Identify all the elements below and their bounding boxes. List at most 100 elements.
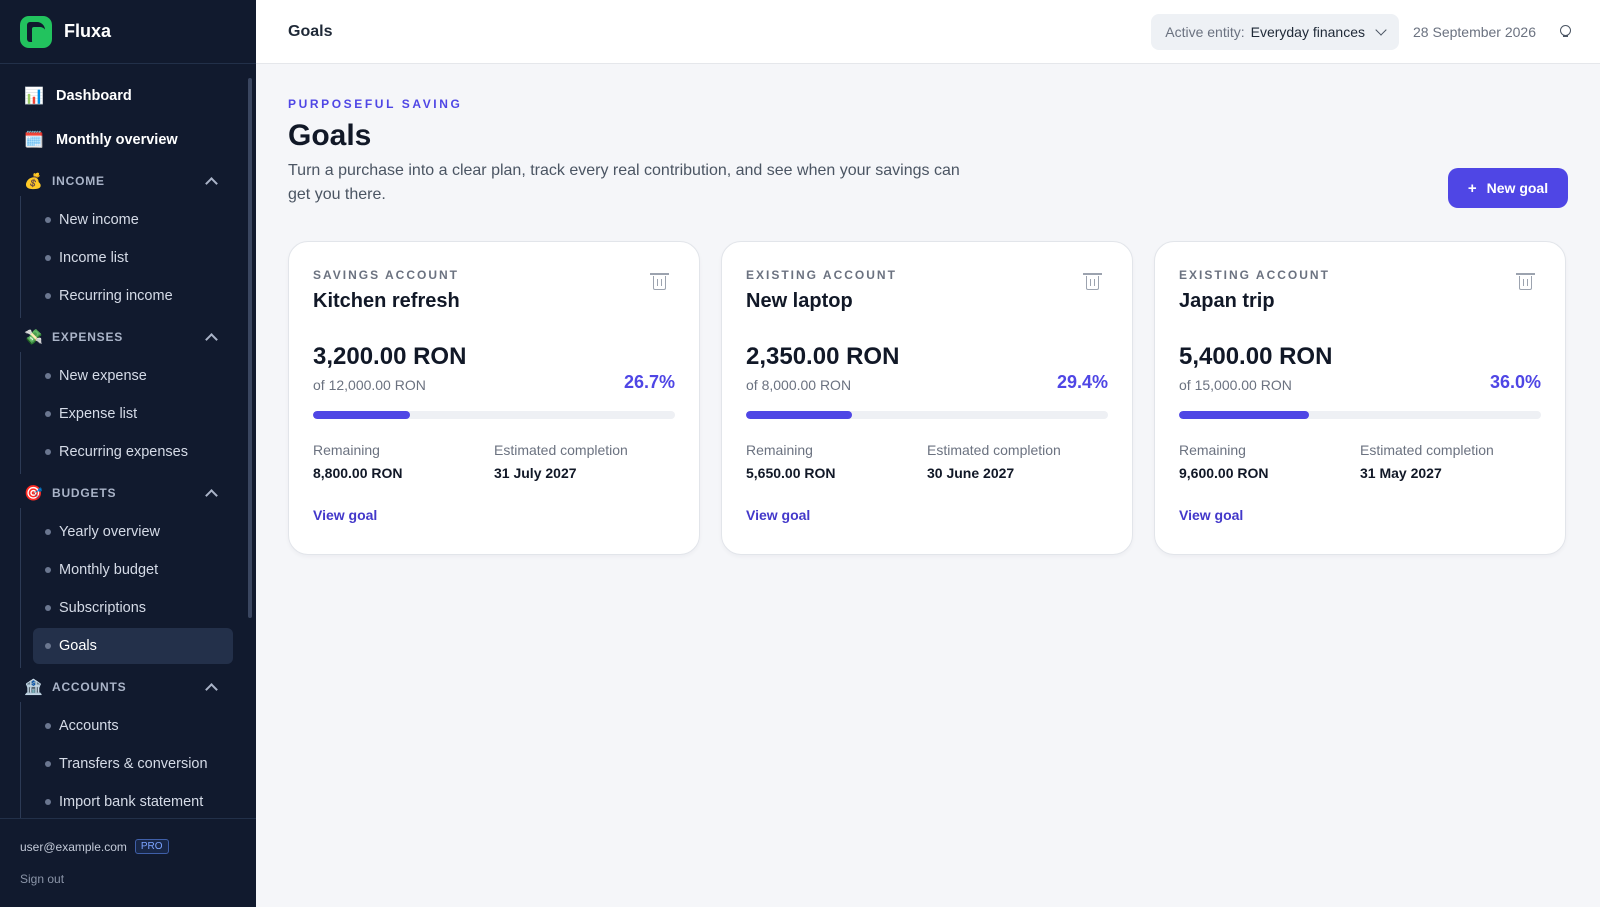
sidebar-item-yearly-overview[interactable]: Yearly overview xyxy=(33,514,233,550)
goal-card: SAVINGS ACCOUNT Kitchen refresh 3,200.00… xyxy=(288,241,700,555)
sidebar-footer: user@example.com PRO Sign out xyxy=(0,818,256,907)
goal-saved-amount: 5,400.00 RON xyxy=(1179,343,1333,370)
chevron-up-icon xyxy=(205,489,218,502)
view-goal-link[interactable]: View goal xyxy=(313,507,377,523)
goal-completion: Estimated completion 31 July 2027 xyxy=(494,442,675,481)
sidebar-item-transfers[interactable]: Transfers & conversion xyxy=(33,746,233,782)
sidebar-item-label: Goals xyxy=(59,638,97,654)
brand-name: Fluxa xyxy=(64,21,112,41)
trash-icon[interactable] xyxy=(1516,273,1535,290)
entity-label: Active entity: xyxy=(1165,23,1245,40)
user-email: user@example.com xyxy=(20,839,127,854)
goal-progress-fill xyxy=(746,411,853,419)
bullet-icon xyxy=(45,529,51,535)
sidebar-item-label: Dashboard xyxy=(56,88,132,104)
sidebar-item-import-bank-statement[interactable]: Import bank statement xyxy=(33,784,233,818)
section-label: ACCOUNTS xyxy=(52,680,127,694)
trash-icon[interactable] xyxy=(1083,273,1102,290)
view-goal-link[interactable]: View goal xyxy=(746,507,810,523)
sidebar-item-monthly-budget[interactable]: Monthly budget xyxy=(33,552,233,588)
topbar-title: Goals xyxy=(288,22,333,40)
budgets-submenu: Yearly overview Monthly budget Subscript… xyxy=(20,508,246,668)
goal-cards: SAVINGS ACCOUNT Kitchen refresh 3,200.00… xyxy=(288,241,1566,555)
sidebar-scrollbar[interactable] xyxy=(248,78,252,618)
money-wings-icon: 💸 xyxy=(24,329,44,346)
user-info: user@example.com PRO xyxy=(20,839,236,854)
goal-target-row: of 12,000.00 RON 26.7% xyxy=(313,372,675,393)
stat-label: Remaining xyxy=(1179,442,1246,458)
goal-percent: 29.4% xyxy=(1056,372,1108,392)
section-toggle-expenses[interactable]: 💸 EXPENSES xyxy=(0,322,246,352)
goal-progress-fill xyxy=(1179,411,1310,419)
goal-account-type: EXISTING ACCOUNT xyxy=(746,268,897,282)
income-submenu: New income Income list Recurring income xyxy=(20,196,246,318)
page-eyebrow: PURPOSEFUL SAVING xyxy=(288,97,463,111)
section-label: EXPENSES xyxy=(52,330,124,344)
new-goal-button[interactable]: + New goal xyxy=(1448,168,1568,208)
target-icon: 🎯 xyxy=(24,485,44,502)
stat-value: 8,800.00 RON xyxy=(313,465,403,481)
calendar-icon: 🗓️ xyxy=(24,132,44,149)
sidebar-item-label: Transfers & conversion xyxy=(59,756,208,772)
goal-name: New laptop xyxy=(746,290,853,312)
sidebar-item-new-income[interactable]: New income xyxy=(33,202,233,238)
section-toggle-budgets[interactable]: 🎯 BUDGETS xyxy=(0,478,246,508)
stat-value: 30 June 2027 xyxy=(927,465,1015,481)
sidebar-item-accounts[interactable]: Accounts xyxy=(33,708,233,744)
active-entity-select[interactable]: Active entity: Everyday finances xyxy=(1151,13,1400,50)
sidebar-item-income-list[interactable]: Income list xyxy=(33,240,233,276)
sidebar-item-label: Recurring expenses xyxy=(59,444,188,460)
sidebar-item-label: Yearly overview xyxy=(59,524,161,540)
stat-value: 31 May 2027 xyxy=(1360,465,1442,481)
goal-target: of 15,000.00 RON xyxy=(1179,377,1292,393)
sidebar-item-subscriptions[interactable]: Subscriptions xyxy=(33,590,233,626)
sidebar-item-label: Income list xyxy=(59,250,129,266)
sidebar-item-expense-list[interactable]: Expense list xyxy=(33,396,233,432)
goal-name: Kitchen refresh xyxy=(313,290,460,312)
stat-label: Remaining xyxy=(746,442,813,458)
page-description: Turn a purchase into a clear plan, track… xyxy=(288,162,960,203)
sidebar-item-dashboard[interactable]: 📊 Dashboard xyxy=(0,78,246,114)
goal-account-type: SAVINGS ACCOUNT xyxy=(313,268,460,282)
goal-account-type: EXISTING ACCOUNT xyxy=(1179,268,1330,282)
section-label: BUDGETS xyxy=(52,486,117,500)
chevron-down-icon xyxy=(1375,23,1387,36)
sidebar-item-recurring-expenses[interactable]: Recurring expenses xyxy=(33,434,233,470)
sidebar-item-recurring-income[interactable]: Recurring income xyxy=(33,278,233,314)
sign-out-link[interactable]: Sign out xyxy=(20,872,236,886)
accounts-submenu: Accounts Transfers & conversion Import b… xyxy=(20,702,246,818)
goal-completion: Estimated completion 30 June 2027 xyxy=(927,442,1108,481)
goal-card: EXISTING ACCOUNT New laptop 2,350.00 RON… xyxy=(721,241,1133,555)
sidebar-item-new-expense[interactable]: New expense xyxy=(33,358,233,394)
brand[interactable]: Fluxa xyxy=(0,0,256,64)
trash-icon[interactable] xyxy=(650,273,669,290)
current-date: 28 September 2026 xyxy=(1413,23,1536,40)
sidebar-item-goals[interactable]: Goals xyxy=(33,628,233,664)
view-goal-link[interactable]: View goal xyxy=(1179,507,1243,523)
section-toggle-income[interactable]: 💰 INCOME xyxy=(0,166,246,196)
stat-value: 9,600.00 RON xyxy=(1179,465,1269,481)
lightbulb-icon[interactable] xyxy=(1560,24,1571,39)
stat-label: Estimated completion xyxy=(494,442,628,458)
fluxa-logo-icon xyxy=(20,15,52,48)
plan-badge: PRO xyxy=(134,839,169,854)
sidebar-nav: 📊 Dashboard 🗓️ Monthly overview 💰 INCOME… xyxy=(0,64,246,818)
goal-progress-bar xyxy=(746,411,1108,419)
bullet-icon xyxy=(45,723,51,729)
stat-value: 31 July 2027 xyxy=(494,465,577,481)
chevron-up-icon xyxy=(205,683,218,696)
sidebar: Fluxa 📊 Dashboard 🗓️ Monthly overview 💰 … xyxy=(0,0,256,907)
goal-saved-amount: 2,350.00 RON xyxy=(746,343,900,370)
section-label: INCOME xyxy=(52,174,105,188)
goal-target: of 12,000.00 RON xyxy=(313,377,426,393)
bullet-icon xyxy=(45,449,51,455)
sidebar-item-label: Expense list xyxy=(59,406,138,422)
goal-name: Japan trip xyxy=(1179,290,1275,312)
bank-icon: 🏦 xyxy=(24,679,44,696)
goal-remaining: Remaining 5,650.00 RON xyxy=(746,442,927,481)
goal-stats: Remaining 9,600.00 RON Estimated complet… xyxy=(1179,442,1541,481)
stat-label: Estimated completion xyxy=(927,442,1061,458)
bullet-icon xyxy=(45,643,51,649)
section-toggle-accounts[interactable]: 🏦 ACCOUNTS xyxy=(0,672,246,702)
sidebar-item-monthly-overview[interactable]: 🗓️ Monthly overview xyxy=(0,122,246,158)
